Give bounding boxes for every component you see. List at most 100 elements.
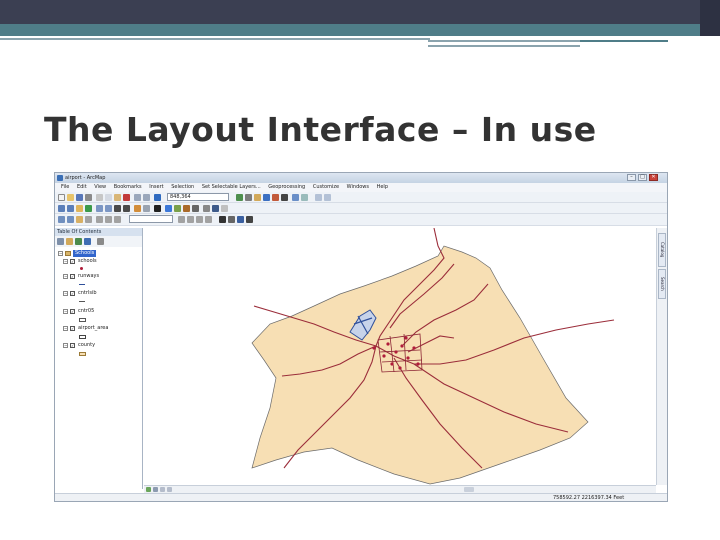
back-extent-icon[interactable] [114,205,121,212]
menu-selection[interactable]: Selection [171,183,194,192]
find-icon[interactable] [183,205,190,212]
menu-windows[interactable]: Windows [347,183,369,192]
paste-icon[interactable] [114,194,121,201]
data-frame-label[interactable]: Schools [73,250,97,257]
save-icon[interactable] [76,194,83,201]
cut-icon[interactable] [96,194,103,201]
menu-bookmarks[interactable]: Bookmarks [114,183,142,192]
search-tab[interactable]: Search [658,269,666,299]
layer-label[interactable]: cntrlsib [78,290,97,297]
layout-zoom-in-icon[interactable] [58,216,65,223]
layer-visibility-checkbox[interactable]: ✓ [70,326,75,331]
pan-icon[interactable] [76,205,83,212]
redo-icon[interactable] [143,194,150,201]
draw-rectangle-icon[interactable] [237,216,244,223]
open-folder-icon[interactable] [67,194,74,201]
map-canvas[interactable] [144,227,656,485]
search-window-icon[interactable] [263,194,270,201]
html-popup-icon[interactable] [174,205,181,212]
new-document-icon[interactable] [58,194,65,201]
zoom-out-icon[interactable] [67,205,74,212]
list-by-selection-icon[interactable] [84,238,91,245]
menu-set-selectable-layers[interactable]: Set Selectable Layers... [202,183,261,192]
focus-data-frame-icon[interactable] [187,216,194,223]
copy-icon[interactable] [105,194,112,201]
editor-toolbar-icon[interactable] [236,194,243,201]
model-builder-icon[interactable] [292,194,299,201]
drawing-select-icon[interactable] [219,216,226,223]
layout-tools-icon[interactable] [324,194,331,201]
horizontal-scrollbar[interactable] [144,485,656,493]
collapse-icon[interactable]: − [63,274,68,279]
map-scale-combo[interactable]: 848,364 [167,193,229,201]
layer-visibility-checkbox[interactable]: ✓ [70,274,75,279]
select-elements-icon[interactable] [154,205,161,212]
help-icon[interactable] [301,194,308,201]
menu-view[interactable]: View [94,183,106,192]
layer-row[interactable]: − ✓ cntr05 [55,308,142,315]
toggle-draft-mode-icon[interactable] [178,216,185,223]
delete-icon[interactable] [123,194,130,201]
pause-drawing-icon[interactable] [167,487,172,492]
layer-row[interactable]: − ✓ schools [55,258,142,265]
rotate-icon[interactable] [228,216,235,223]
text-tool-icon[interactable] [246,216,253,223]
layer-row[interactable]: − ✓ runways [55,273,142,280]
list-by-source-icon[interactable] [66,238,73,245]
layer-row[interactable]: − ✓ county [55,342,142,349]
measure-icon[interactable] [192,205,199,212]
catalog-tab[interactable]: Catalog [658,233,666,267]
layer-row[interactable]: − ✓ cntrlsib [55,290,142,297]
zoom-100-percent-icon[interactable] [96,216,103,223]
scroll-thumb[interactable] [464,487,474,492]
menu-customize[interactable]: Customize [313,183,339,192]
create-viewer-window-icon[interactable] [221,205,228,212]
layer-row[interactable]: − ✓ airport_area [55,325,142,332]
add-data-icon[interactable] [154,194,161,201]
layout-pan-icon[interactable] [76,216,83,223]
list-by-drawing-order-icon[interactable] [57,238,64,245]
layer-label[interactable]: airport_area [78,325,108,332]
collapse-icon[interactable]: − [63,343,68,348]
data-view-icon[interactable] [146,487,151,492]
data-frame-row[interactable]: − Schools [55,250,142,257]
print-icon[interactable] [85,194,92,201]
layer-visibility-checkbox[interactable]: ✓ [70,343,75,348]
layout-tools-icon[interactable] [315,194,322,201]
map-display[interactable] [144,227,656,485]
collapse-icon[interactable]: − [63,326,68,331]
layer-label[interactable]: runways [78,273,99,280]
menu-insert[interactable]: Insert [149,183,163,192]
collapse-icon[interactable]: − [58,251,63,256]
clear-selection-icon[interactable] [143,205,150,212]
time-slider-icon[interactable] [212,205,219,212]
close-button[interactable]: ✕ [649,174,658,181]
menu-geoprocessing[interactable]: Geoprocessing [268,183,305,192]
collapse-icon[interactable]: − [63,259,68,264]
identify-icon[interactable] [165,205,172,212]
maximize-button[interactable]: □ [638,174,647,181]
zoom-in-icon[interactable] [58,205,65,212]
layer-visibility-checkbox[interactable]: ✓ [70,291,75,296]
layout-zoom-out-icon[interactable] [67,216,74,223]
data-driven-pages-icon[interactable] [205,216,212,223]
python-window-icon[interactable] [281,194,288,201]
previous-extent-icon[interactable] [114,216,121,223]
forward-extent-icon[interactable] [123,205,130,212]
collapse-icon[interactable]: − [63,291,68,296]
fixed-zoom-out-icon[interactable] [105,205,112,212]
layer-label[interactable]: cntr05 [78,308,94,315]
layer-visibility-checkbox[interactable]: ✓ [70,259,75,264]
full-extent-icon[interactable] [85,205,92,212]
menu-edit[interactable]: Edit [77,183,87,192]
layer-visibility-checkbox[interactable]: ✓ [70,309,75,314]
catalog-icon[interactable] [254,194,261,201]
menu-help[interactable]: Help [377,183,388,192]
select-features-icon[interactable] [134,205,141,212]
hyperlink-icon[interactable] [203,205,210,212]
table-of-contents-icon[interactable] [245,194,252,201]
zoom-whole-page-icon[interactable] [85,216,92,223]
layout-view-icon[interactable] [153,487,158,492]
layer-label[interactable]: county [78,342,95,349]
layer-label[interactable]: schools [78,258,97,265]
